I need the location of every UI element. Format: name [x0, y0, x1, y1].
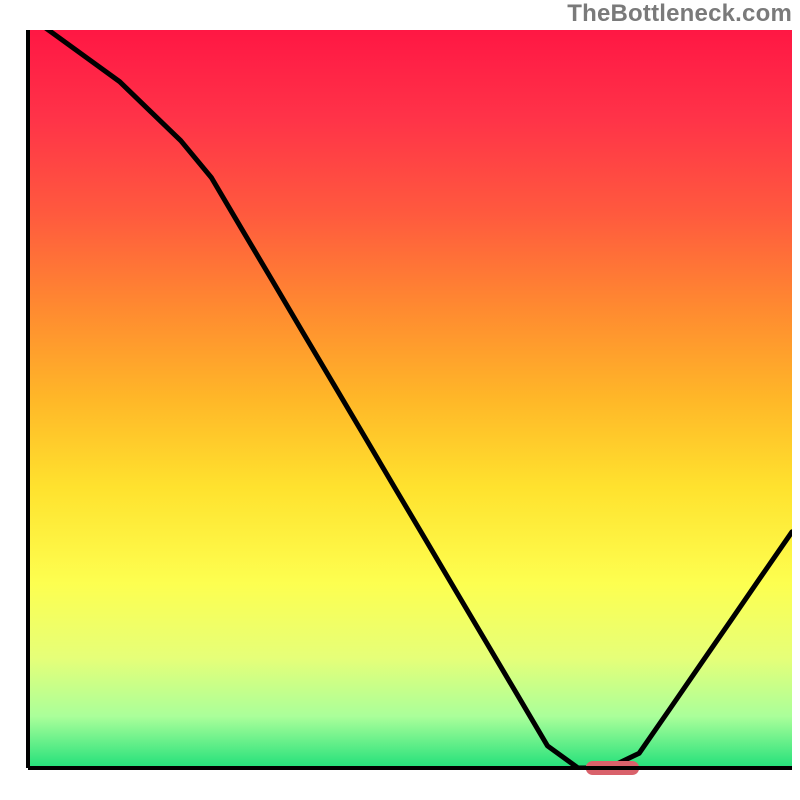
bottleneck-chart [0, 0, 800, 800]
chart-container: TheBottleneck.com [0, 0, 800, 800]
plot-background [28, 30, 792, 768]
